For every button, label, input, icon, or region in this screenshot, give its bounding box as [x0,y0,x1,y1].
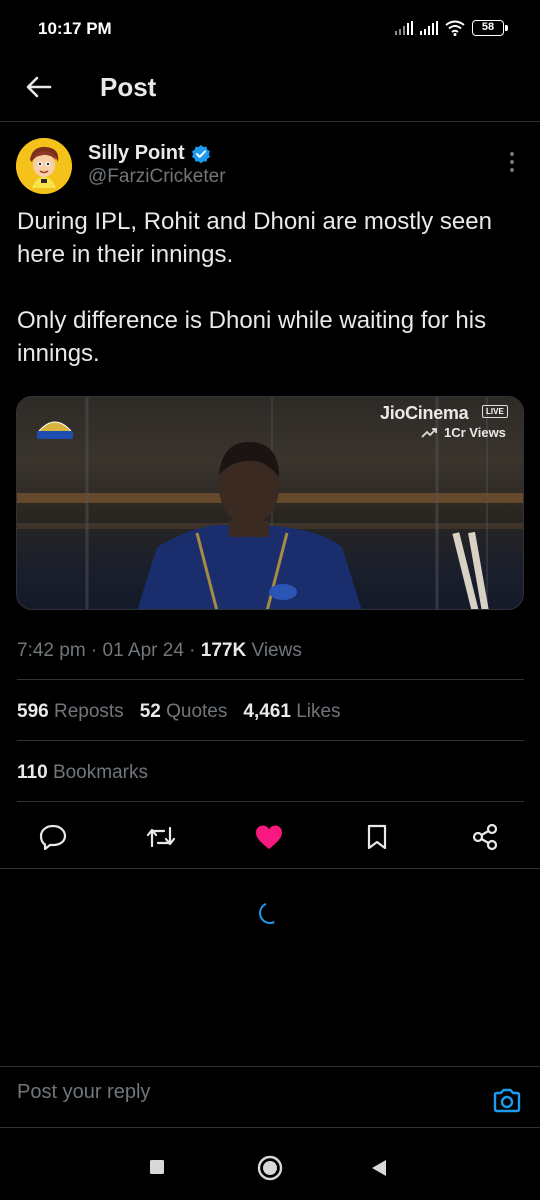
views-overlay: 1Cr Views [444,425,506,440]
share-button[interactable] [468,820,502,854]
back-nav-button[interactable] [371,1159,387,1177]
divider [17,801,524,802]
triangle-back-icon [372,1160,386,1176]
post-media-video[interactable]: JioCinema LIVE 1Cr Views [16,396,524,610]
repost-icon [146,826,176,848]
bookmark-icon [367,824,387,850]
post-paragraph: Only difference is Dhoni while waiting f… [17,307,487,367]
trending-icon [421,428,437,438]
top-header: Post [0,60,540,122]
divider [17,740,524,741]
reply-icon [39,824,67,850]
engagement-stats: 596 Reposts 52 Quotes 4,461 Likes [17,701,341,723]
home-button[interactable] [257,1155,283,1181]
reply-bar [0,1066,540,1128]
post-time: 7:42 pm [17,640,86,661]
views-count: 177K [200,640,247,661]
author-name-text: Silly Point [88,142,185,164]
repost-button[interactable] [144,820,178,854]
post-text: During IPL, Rohit and Dhoni are mostly s… [17,205,527,403]
wifi-icon [445,20,465,36]
camera-button[interactable] [492,1087,522,1115]
status-time: 10:17 PM [38,19,112,38]
share-icon [472,823,498,851]
team-logo-icon [37,421,73,439]
author-handle[interactable]: @FarziCricketer [88,166,226,188]
likes-count: 4,461 [243,701,291,722]
bookmarks-count: 110 [17,762,48,783]
battery-icon: 58 [472,20,508,36]
reposts-count: 596 [17,701,49,722]
bookmarks-stat[interactable]: 110 Bookmarks [17,762,148,784]
signal-icon [395,21,413,35]
more-options-button[interactable] [502,150,522,174]
bookmarks-label: Bookmarks [52,762,148,783]
reply-button[interactable] [36,820,70,854]
action-bar [0,812,540,860]
loading-spinner-icon [255,898,285,928]
reply-input[interactable] [17,1081,457,1104]
broadcaster-label: JioCinema [380,403,469,423]
reposts-stat[interactable]: 596 Reposts [17,701,124,723]
more-dots-icon [510,152,514,156]
live-badge: LIVE [482,405,508,418]
views-label: Views [251,640,302,661]
post-paragraph: During IPL, Rohit and Dhoni are mostly s… [17,208,492,268]
back-button[interactable] [22,70,56,104]
avatar[interactable] [16,138,72,194]
like-icon [256,825,282,849]
quotes-label: Quotes [166,701,228,722]
like-button[interactable] [252,820,286,854]
arrow-left-icon [26,76,52,98]
divider [0,868,540,869]
quotes-count: 52 [139,701,161,722]
divider [17,679,524,680]
post-date: 01 Apr 24 [102,640,184,661]
circle-icon [257,1155,283,1181]
system-nav-bar [0,1130,540,1200]
reposts-label: Reposts [53,701,124,722]
quotes-stat[interactable]: 52 Quotes [140,701,228,723]
status-bar: 10:17 PM 58 [0,0,540,60]
likes-stat[interactable]: 4,461 Likes [243,701,340,723]
square-icon [150,1160,164,1174]
avatar-cartoon-icon [16,138,72,194]
recents-button[interactable] [149,1159,165,1175]
signal-icon-2 [420,21,438,35]
post-meta: 7:42 pm · 01 Apr 24 · 177K Views [17,640,302,661]
likes-label: Likes [296,701,341,722]
camera-icon [493,1088,521,1113]
verified-badge-icon [191,144,210,163]
bookmark-button[interactable] [360,820,394,854]
author-name[interactable]: Silly Point [88,142,211,165]
page-title: Post [100,72,157,102]
status-icons: 58 [395,20,508,36]
